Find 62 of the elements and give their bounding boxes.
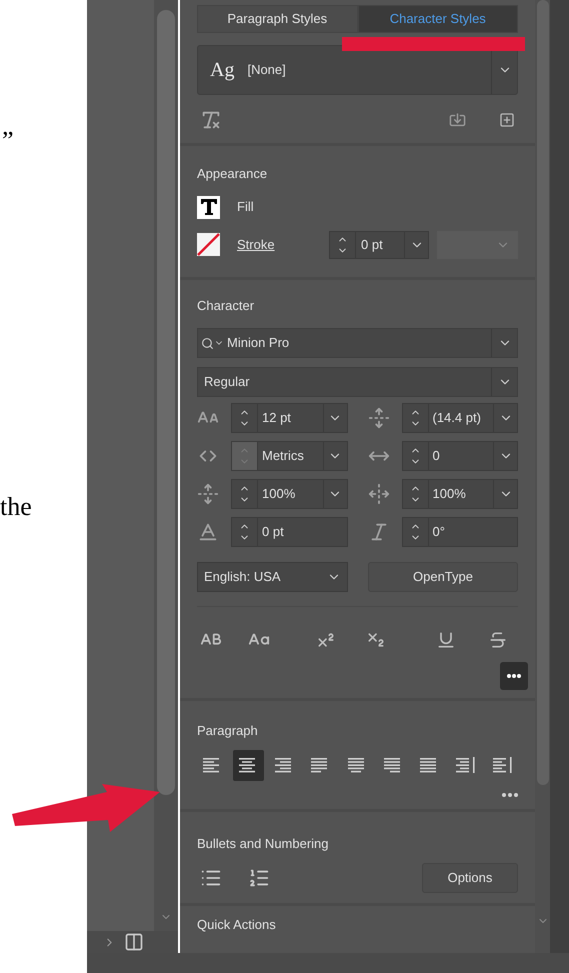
field-value: 0 pt [261, 523, 285, 542]
vertical-scale-icon [197, 483, 219, 505]
load-styles-icon[interactable] [449, 112, 466, 128]
tab[interactable]: Paragraph Styles [197, 5, 358, 33]
fill-swatch[interactable] [197, 196, 220, 218]
leading-icon [368, 407, 390, 429]
field-value: 100% [432, 485, 467, 504]
language-value: English: USA [203, 568, 282, 586]
style-dropdown[interactable]: Ag [None] [197, 45, 518, 95]
section-title: Appearance [197, 165, 268, 183]
numbered-list-icon[interactable] [248, 867, 270, 889]
font-dropdown[interactable]: Minion Pro [197, 328, 518, 358]
font-value: Minion Pro [226, 334, 290, 352]
horizontal-scale-icon [368, 483, 390, 505]
tab[interactable]: Character Styles [358, 5, 518, 33]
search-icon [201, 336, 214, 350]
text-fill-icon [200, 198, 218, 216]
options-button[interactable]: Options [422, 863, 518, 893]
section-title: Quick Actions [197, 916, 277, 934]
underline-icon[interactable] [436, 630, 456, 650]
value-field[interactable]: 100% [231, 479, 348, 509]
document-text: ” [1, 128, 15, 154]
baseline-shift-icon [197, 521, 219, 543]
scrollbar-thumb[interactable] [157, 10, 175, 795]
value-field[interactable]: 100% [402, 479, 518, 509]
field-value: 12 pt [261, 409, 292, 428]
stroke-link[interactable]: Stroke [237, 234, 275, 254]
align-button[interactable] [233, 750, 264, 780]
more-options-button[interactable] [500, 662, 528, 690]
align-icon [456, 757, 476, 773]
split-view-icon[interactable] [124, 932, 144, 952]
document-text: the [0, 494, 33, 520]
new-style-icon[interactable] [499, 112, 515, 128]
style-value: [None] [246, 61, 287, 80]
scrollbar-thumb[interactable] [536, 0, 548, 785]
field-value: 100% [261, 485, 296, 504]
language-dropdown[interactable]: English: USA [197, 562, 348, 592]
ellipsis-icon[interactable] [502, 792, 518, 796]
value-field[interactable]: 12 pt [231, 403, 348, 433]
section-title: Character [197, 296, 256, 314]
stroke-weight-field[interactable]: 0 pt [329, 230, 429, 258]
section-title: Paragraph [197, 722, 259, 740]
value-field[interactable]: 0 [402, 441, 518, 471]
opentype-button[interactable]: OpenType [368, 562, 518, 592]
field-value: 0 [432, 447, 441, 466]
value-field[interactable]: (14.4 pt) [402, 403, 518, 433]
style-preview: Ag [209, 58, 234, 83]
clear-overrides-icon[interactable] [200, 109, 222, 131]
align-icon [492, 757, 512, 773]
stroke-none-swatch[interactable] [197, 233, 220, 256]
font-style-dropdown[interactable]: Regular [197, 367, 518, 397]
ellipsis-icon [507, 674, 521, 678]
strikethrough-icon[interactable] [488, 630, 508, 650]
field-value: 0° [432, 523, 446, 542]
field-value: (14.4 pt) [432, 409, 482, 428]
font-style-value: Regular [203, 373, 251, 392]
field-value: Metrics [261, 447, 305, 466]
section-title: Bullets and Numbering [197, 834, 330, 853]
value-field[interactable]: 0° [402, 517, 518, 547]
value-field[interactable]: 0 pt [231, 517, 348, 547]
field-value: 0 pt [360, 236, 384, 254]
fill-label: Fill [237, 198, 254, 216]
